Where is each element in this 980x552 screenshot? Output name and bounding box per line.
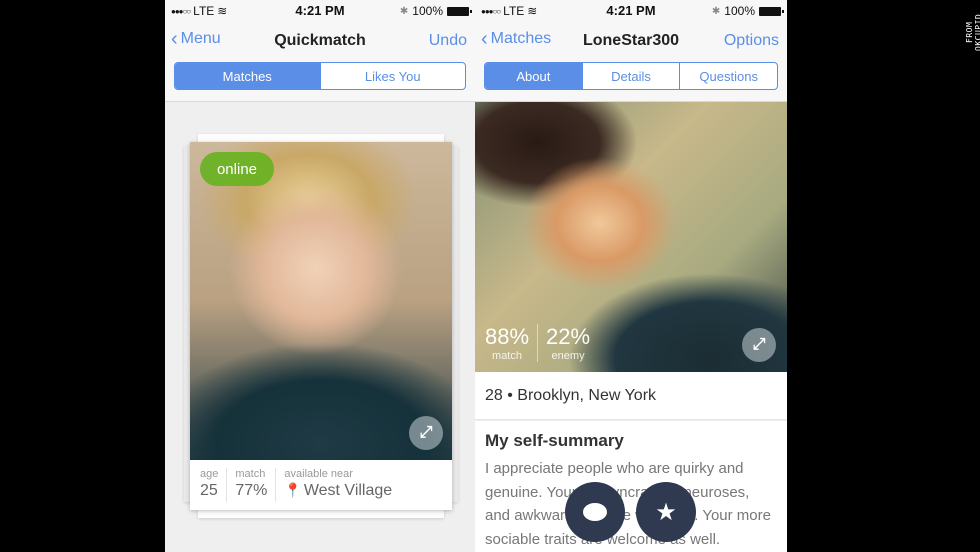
options-button[interactable]: Options [724,32,779,50]
online-badge: online [200,152,274,186]
age-value: 25 [200,482,218,499]
status-bar: ●●●○○ LTE ≋ 4:21 PM ✱ 100% [165,0,475,22]
age-label: age [200,468,219,480]
bluetooth-icon: ✱ [399,5,409,17]
location-field: available near 📍 West Village [284,468,400,502]
battery-icon [447,6,472,16]
location-label: available near [284,468,353,480]
battery-percent: 100% [724,4,755,18]
match-card-stack: online ⤢ age 25 match 77% available near… [182,130,460,520]
summary-text: I appreciate people who are quirky and g… [485,460,771,548]
chevron-left-icon: ‹ [481,28,488,50]
screenshot-stage: ●●●○○ LTE ≋ 4:21 PM ✱ 100% ‹ Menu Quickm… [0,0,980,552]
tab-matches[interactable]: Matches [175,63,320,89]
star-icon: ★ [655,498,677,526]
segmented-control: About Details Questions [484,62,778,90]
back-label: Matches [490,30,552,47]
undo-button[interactable]: Undo [429,32,467,50]
self-summary-section: My self-summary I appreciate people who … [475,421,787,552]
tab-questions[interactable]: Questions [679,63,777,89]
bluetooth-icon: ✱ [711,5,721,17]
age-field: age 25 [200,468,228,502]
status-bar: ●●●○○ LTE ≋ 4:21 PM ✱ 100% [475,0,787,22]
match-value: 77% [235,482,268,499]
age-location: 28 • Brooklyn, New York [475,372,787,420]
enemy-stat: 22% enemy [538,324,598,362]
favorite-button[interactable]: ★ [636,482,696,542]
enemy-label: enemy [551,350,585,362]
profile-photo[interactable]: online ⤢ [190,142,452,460]
match-label: match [492,350,522,362]
match-label: match [235,468,266,480]
back-button[interactable]: ‹ Menu [171,28,221,50]
card-info: age 25 match 77% available near 📍 West Vi… [190,460,452,510]
profile-screen: ●●●○○ LTE ≋ 4:21 PM ✱ 100% ‹ Matches Lon… [475,0,787,552]
tab-likes-you[interactable]: Likes You [319,63,466,89]
chevron-left-icon: ‹ [171,28,178,50]
match-card[interactable]: online ⤢ age 25 match 77% available near… [190,142,452,510]
battery-icon [759,6,784,16]
back-label: Menu [180,30,221,47]
tab-about[interactable]: About [485,63,582,89]
expand-icon[interactable]: ⤢ [409,416,443,450]
match-stats: 88% match 22% enemy [485,324,598,362]
segmented-control-bar: Matches Likes You [165,62,475,102]
profile-photo[interactable]: 88% match 22% enemy ⤢ [475,102,787,372]
nav-bar: ‹ Matches LoneStar300 Options [475,22,787,62]
chat-bubble-icon [583,503,607,521]
nav-bar: ‹ Menu Quickmatch Undo [165,22,475,62]
message-button[interactable] [565,482,625,542]
quickmatch-screen: ●●●○○ LTE ≋ 4:21 PM ✱ 100% ‹ Menu Quickm… [165,0,475,552]
location-pin-icon: 📍 [284,482,302,498]
section-heading: My self-summary [485,431,624,450]
segmented-control: Matches Likes You [174,62,466,90]
photo-credit: FROM OKCUPID [965,13,980,51]
location-value: West Village [303,482,393,499]
tab-details[interactable]: Details [581,63,680,89]
expand-icon[interactable]: ⤢ [742,328,776,362]
back-button[interactable]: ‹ Matches [481,28,552,50]
match-stat: 88% match [485,324,539,362]
match-percent: 88% [485,324,530,349]
segmented-control-bar: About Details Questions [475,62,787,102]
enemy-percent: 22% [546,324,591,349]
match-field: match 77% [235,468,277,502]
battery-percent: 100% [412,4,443,18]
